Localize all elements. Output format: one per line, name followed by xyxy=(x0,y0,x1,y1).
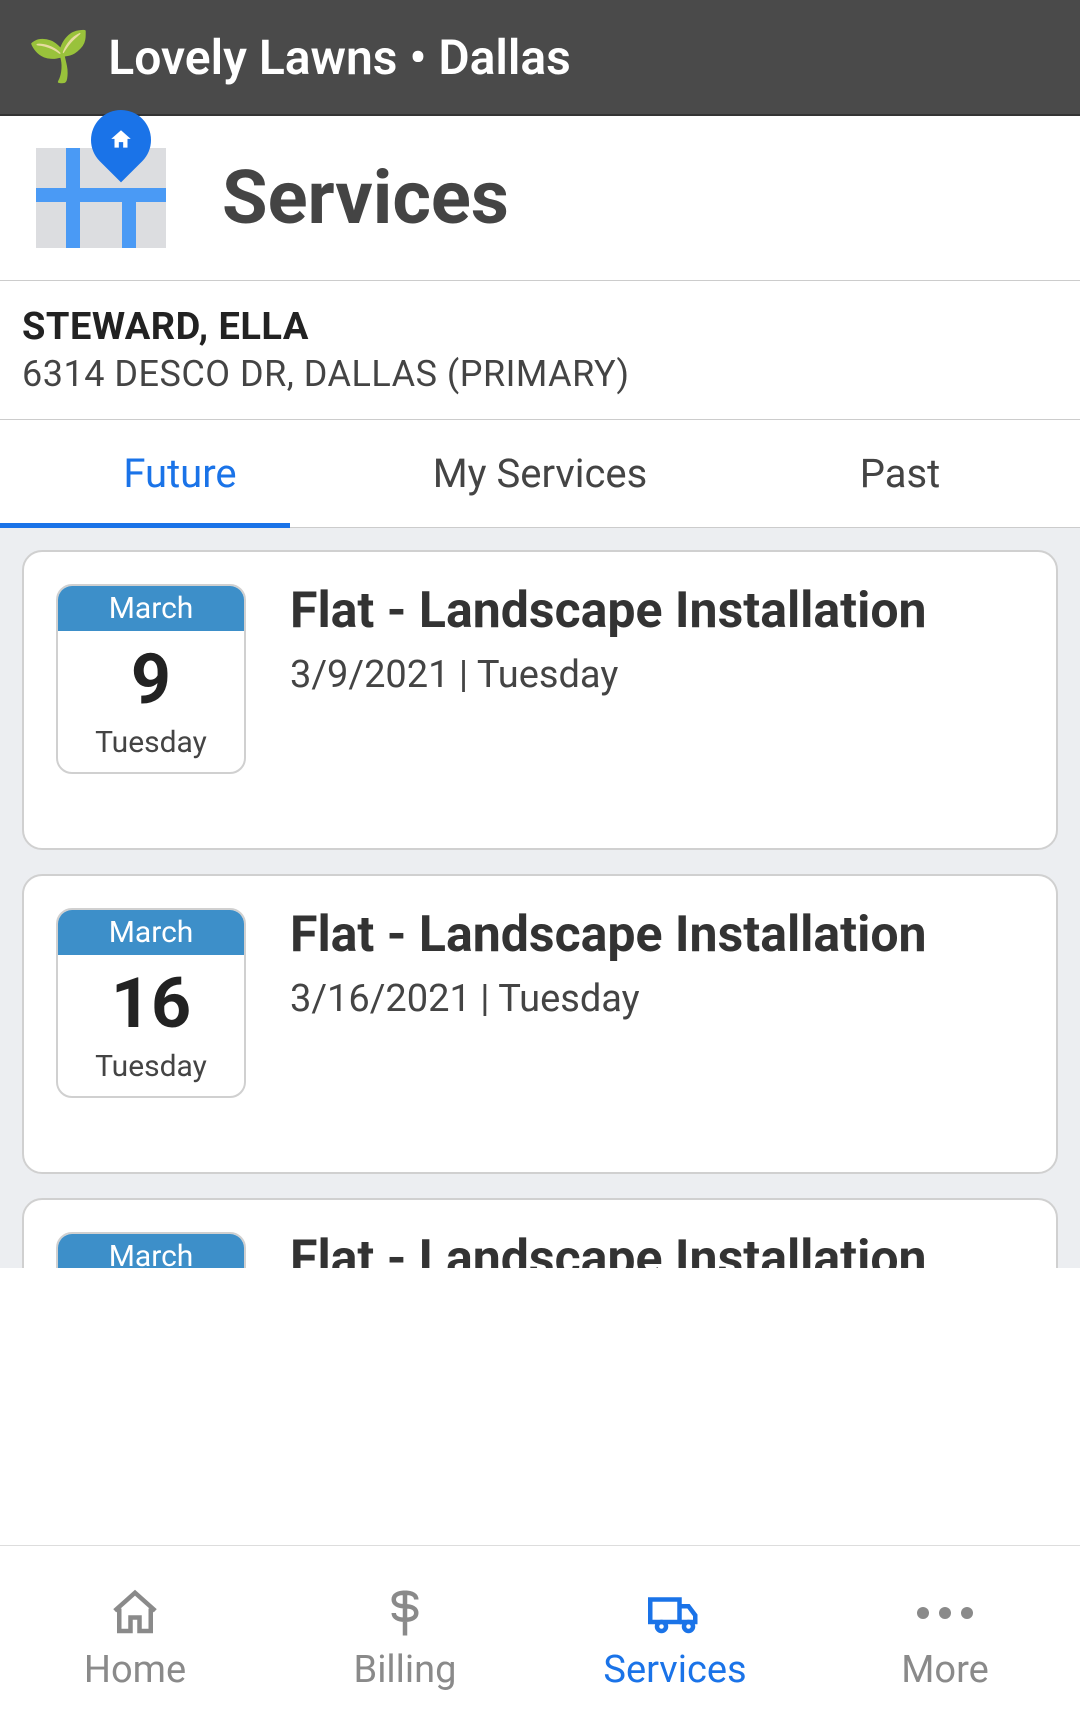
service-card[interactable]: March 9 Tuesday Flat - Landscape Install… xyxy=(22,550,1058,850)
service-info: Flat - Landscape Installation 3/16/2021 … xyxy=(290,908,927,1140)
nav-billing-label: Billing xyxy=(354,1648,457,1692)
date-chip: March 23 Tuesday xyxy=(56,1232,246,1268)
more-icon xyxy=(917,1586,973,1640)
brand-title: Lovely Lawns • Dallas xyxy=(108,29,571,86)
tabs: Future My Services Past xyxy=(0,420,1080,528)
top-bar: 🌱 Lovely Lawns • Dallas xyxy=(0,0,1080,116)
service-card[interactable]: March 16 Tuesday Flat - Landscape Instal… xyxy=(22,874,1058,1174)
dollar-icon xyxy=(378,1586,432,1640)
date-chip: March 9 Tuesday xyxy=(56,584,246,774)
seedling-icon: 🌱 xyxy=(28,28,90,86)
date-month: March xyxy=(58,586,244,631)
service-title: Flat - Landscape Installation xyxy=(290,908,927,963)
nav-services-label: Services xyxy=(603,1648,746,1692)
nav-billing[interactable]: Billing xyxy=(270,1546,540,1731)
date-weekday: Tuesday xyxy=(58,1045,244,1096)
nav-services[interactable]: Services xyxy=(540,1546,810,1731)
tab-past[interactable]: Past xyxy=(720,420,1080,527)
date-month: March xyxy=(58,1234,244,1268)
service-meta: 3/9/2021 | Tuesday xyxy=(290,653,927,697)
customer-address: 6314 DESCO DR, DALLAS (PRIMARY) xyxy=(22,353,1058,395)
nav-home[interactable]: Home xyxy=(0,1546,270,1731)
nav-more-label: More xyxy=(901,1648,989,1692)
service-meta: 3/16/2021 | Tuesday xyxy=(290,977,927,1021)
date-day: 9 xyxy=(58,631,244,721)
service-info: Flat - Landscape Installation 3/23/2021 … xyxy=(290,1232,927,1268)
map-pin-icon xyxy=(36,148,166,248)
service-info: Flat - Landscape Installation 3/9/2021 |… xyxy=(290,584,927,816)
service-title: Flat - Landscape Installation xyxy=(290,1232,927,1268)
page-title: Services xyxy=(222,155,509,242)
date-chip: March 16 Tuesday xyxy=(56,908,246,1098)
services-list[interactable]: March 9 Tuesday Flat - Landscape Install… xyxy=(0,528,1080,1268)
service-card[interactable]: March 23 Tuesday Flat - Landscape Instal… xyxy=(22,1198,1058,1268)
customer-block[interactable]: STEWARD, ELLA 6314 DESCO DR, DALLAS (PRI… xyxy=(0,280,1080,420)
date-day: 16 xyxy=(58,955,244,1045)
page-header: Services xyxy=(0,116,1080,280)
tab-my-services[interactable]: My Services xyxy=(360,420,720,527)
nav-home-label: Home xyxy=(84,1648,186,1692)
home-icon xyxy=(108,1586,162,1640)
nav-more[interactable]: More xyxy=(810,1546,1080,1731)
date-weekday: Tuesday xyxy=(58,721,244,772)
tab-future[interactable]: Future xyxy=(0,420,360,527)
service-title: Flat - Landscape Installation xyxy=(290,584,927,639)
truck-icon xyxy=(648,1586,702,1640)
customer-name: STEWARD, ELLA xyxy=(22,305,1058,349)
bottom-nav: Home Billing Services More xyxy=(0,1545,1080,1731)
date-month: March xyxy=(58,910,244,955)
